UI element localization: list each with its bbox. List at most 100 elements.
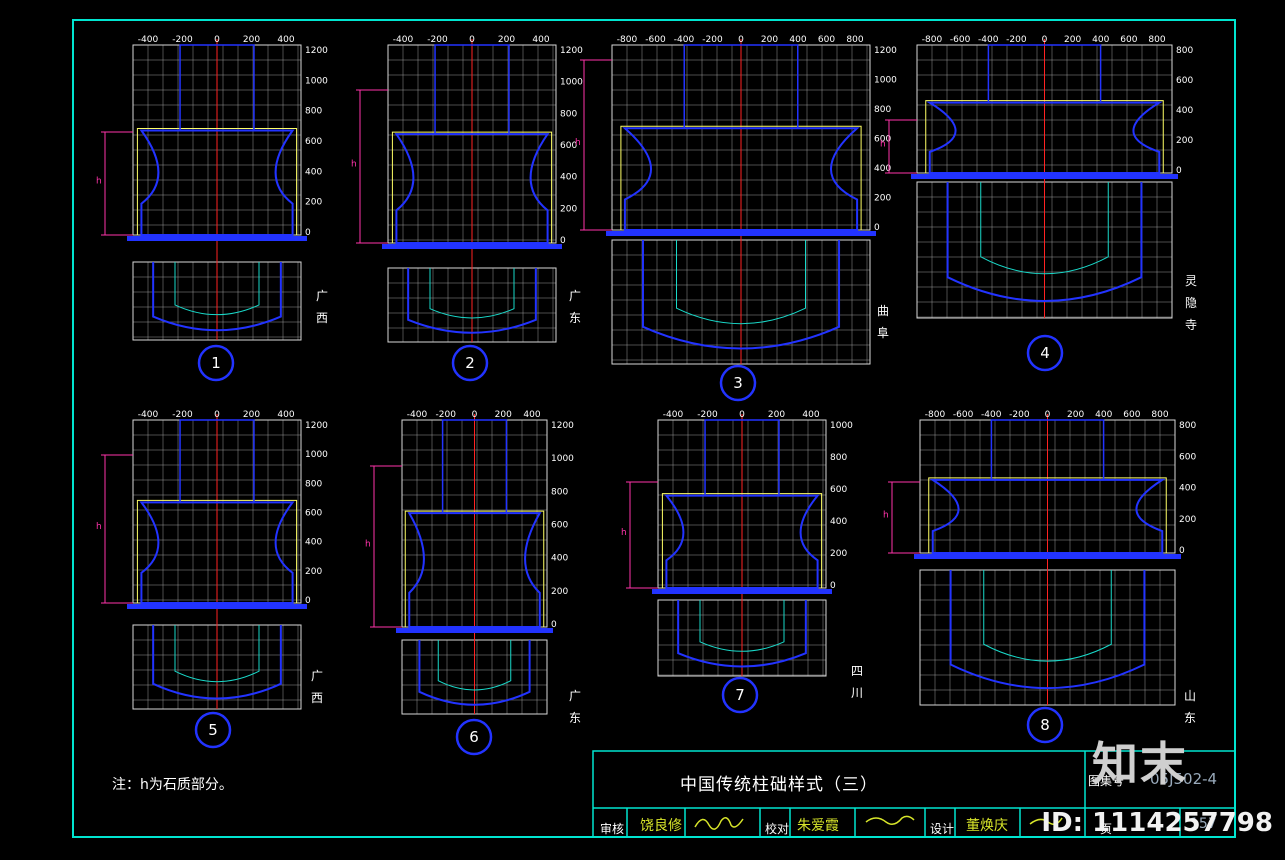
x-tick-label: 400 [802, 410, 819, 420]
x-tick-label: 400 [1092, 35, 1109, 45]
x-tick-label: 200 [243, 35, 260, 45]
x-tick-label: 0 [472, 410, 478, 420]
x-tick-label: 400 [277, 410, 294, 420]
x-tick-label: -200 [697, 410, 718, 420]
section-band [127, 236, 307, 241]
role-name-check: 朱爱霞 [797, 818, 839, 834]
y-tick-label: 400 [1176, 106, 1193, 116]
y-tick-label: 200 [830, 549, 847, 559]
x-tick-label: 600 [1123, 410, 1140, 420]
role-name-design: 董焕庆 [966, 818, 1008, 834]
y-tick-label: 600 [830, 485, 847, 495]
signature-1 [694, 817, 744, 830]
y-tick-label: 800 [305, 107, 322, 117]
column-base-panel-4: h -800 -600 -400 -200 0 200 400 600 800 800 600 400 2… [880, 35, 1193, 372]
region-label: 广东 [568, 289, 581, 325]
signature-2 [865, 815, 915, 825]
x-tick-label: 200 [495, 410, 512, 420]
y-tick-label: 1000 [305, 450, 328, 460]
panel-number: 4 [1040, 344, 1050, 362]
y-tick-label: 600 [551, 521, 568, 531]
y-tick-label: 600 [305, 509, 322, 519]
drawing-title: 中国传统柱础样式（三） [680, 775, 878, 795]
x-tick-label: 200 [243, 410, 260, 420]
section-band [127, 604, 307, 609]
y-tick-label: 1000 [305, 76, 328, 86]
x-tick-label: 200 [761, 35, 778, 45]
y-tick-label: 1200 [874, 46, 897, 56]
y-tick-label: 800 [1176, 46, 1193, 56]
y-tick-label: 200 [1179, 515, 1196, 525]
x-tick-label: -400 [138, 35, 159, 45]
y-tick-label: 400 [1179, 484, 1196, 494]
y-tick-label: 0 [830, 581, 836, 591]
x-tick-label: 200 [498, 35, 515, 45]
y-tick-label: 1000 [551, 454, 574, 464]
section-band [606, 231, 876, 236]
y-tick-label: 1000 [560, 78, 583, 88]
x-tick-label: 800 [1148, 35, 1165, 45]
region-label: 山东 [1183, 689, 1196, 725]
x-tick-label: -400 [674, 35, 695, 45]
section-band [382, 244, 562, 249]
y-tick-label: 800 [1179, 421, 1196, 431]
y-tick-label: 200 [551, 587, 568, 597]
role-label-check: 校对 [765, 822, 790, 836]
role-name-review: 饶良修 [640, 818, 682, 834]
x-tick-label: -600 [953, 410, 974, 420]
column-base-panel-3: h -800 -600 -400 -200 0 200 400 600 800 1200 1000 80… [575, 35, 897, 402]
panel-number: 1 [211, 354, 221, 372]
region-label: 四川 [850, 664, 863, 700]
y-tick-label: 1000 [830, 421, 853, 431]
y-tick-label: 200 [305, 198, 322, 208]
region-label: 广西 [315, 289, 328, 325]
y-tick-label: 400 [305, 167, 322, 177]
y-tick-label: 400 [305, 538, 322, 548]
h-dimension-label: h [365, 540, 371, 550]
x-tick-label: -400 [663, 410, 684, 420]
x-tick-label: -400 [981, 410, 1002, 420]
x-tick-label: -800 [925, 410, 946, 420]
x-tick-label: -600 [950, 35, 971, 45]
y-tick-label: 0 [551, 620, 557, 630]
panel-number: 3 [733, 374, 743, 392]
x-tick-label: 600 [818, 35, 835, 45]
h-dimension-label: h [883, 511, 889, 521]
y-tick-label: 0 [1179, 546, 1185, 556]
x-tick-label: 0 [1042, 35, 1048, 45]
y-tick-label: 1200 [305, 421, 328, 431]
x-tick-label: 200 [1067, 410, 1084, 420]
x-tick-label: -200 [172, 410, 193, 420]
x-tick-label: 0 [739, 410, 745, 420]
x-tick-label: -200 [1009, 410, 1030, 420]
x-tick-label: 600 [1120, 35, 1137, 45]
h-dimension-label: h [880, 140, 886, 150]
x-tick-label: -200 [1006, 35, 1027, 45]
region-label: 广东 [568, 689, 581, 725]
column-base-panel-7: h -400 -200 0 200 400 1000 800 600 400 200 0 7 [621, 410, 853, 714]
y-tick-label: 400 [551, 554, 568, 564]
column-base-panel-2: h-400 -200 0 200 4001200100080060040020002 [351, 35, 583, 382]
x-tick-label: 400 [523, 410, 540, 420]
h-dimension-label: h [96, 177, 102, 187]
panel-number: 8 [1040, 716, 1050, 734]
y-tick-label: 0 [874, 223, 880, 233]
role-label-review: 审核 [600, 822, 625, 836]
section-band [911, 174, 1178, 179]
y-tick-label: 400 [830, 517, 847, 527]
panel-number: 7 [735, 686, 745, 704]
site-logo: 知末 [1092, 737, 1188, 791]
role-label-design: 设计 [930, 822, 955, 836]
panel-number: 2 [465, 354, 475, 372]
y-tick-label: 800 [560, 109, 577, 119]
x-tick-label: -400 [393, 35, 414, 45]
x-tick-label: 800 [1151, 410, 1168, 420]
section-band [396, 628, 553, 633]
x-tick-label: -400 [138, 410, 159, 420]
sheet-border [72, 19, 1236, 838]
x-tick-label: 0 [469, 35, 475, 45]
y-tick-label: 800 [305, 479, 322, 489]
x-tick-label: -400 [407, 410, 428, 420]
y-tick-label: 0 [1176, 166, 1182, 176]
panel-number: 5 [208, 721, 218, 739]
